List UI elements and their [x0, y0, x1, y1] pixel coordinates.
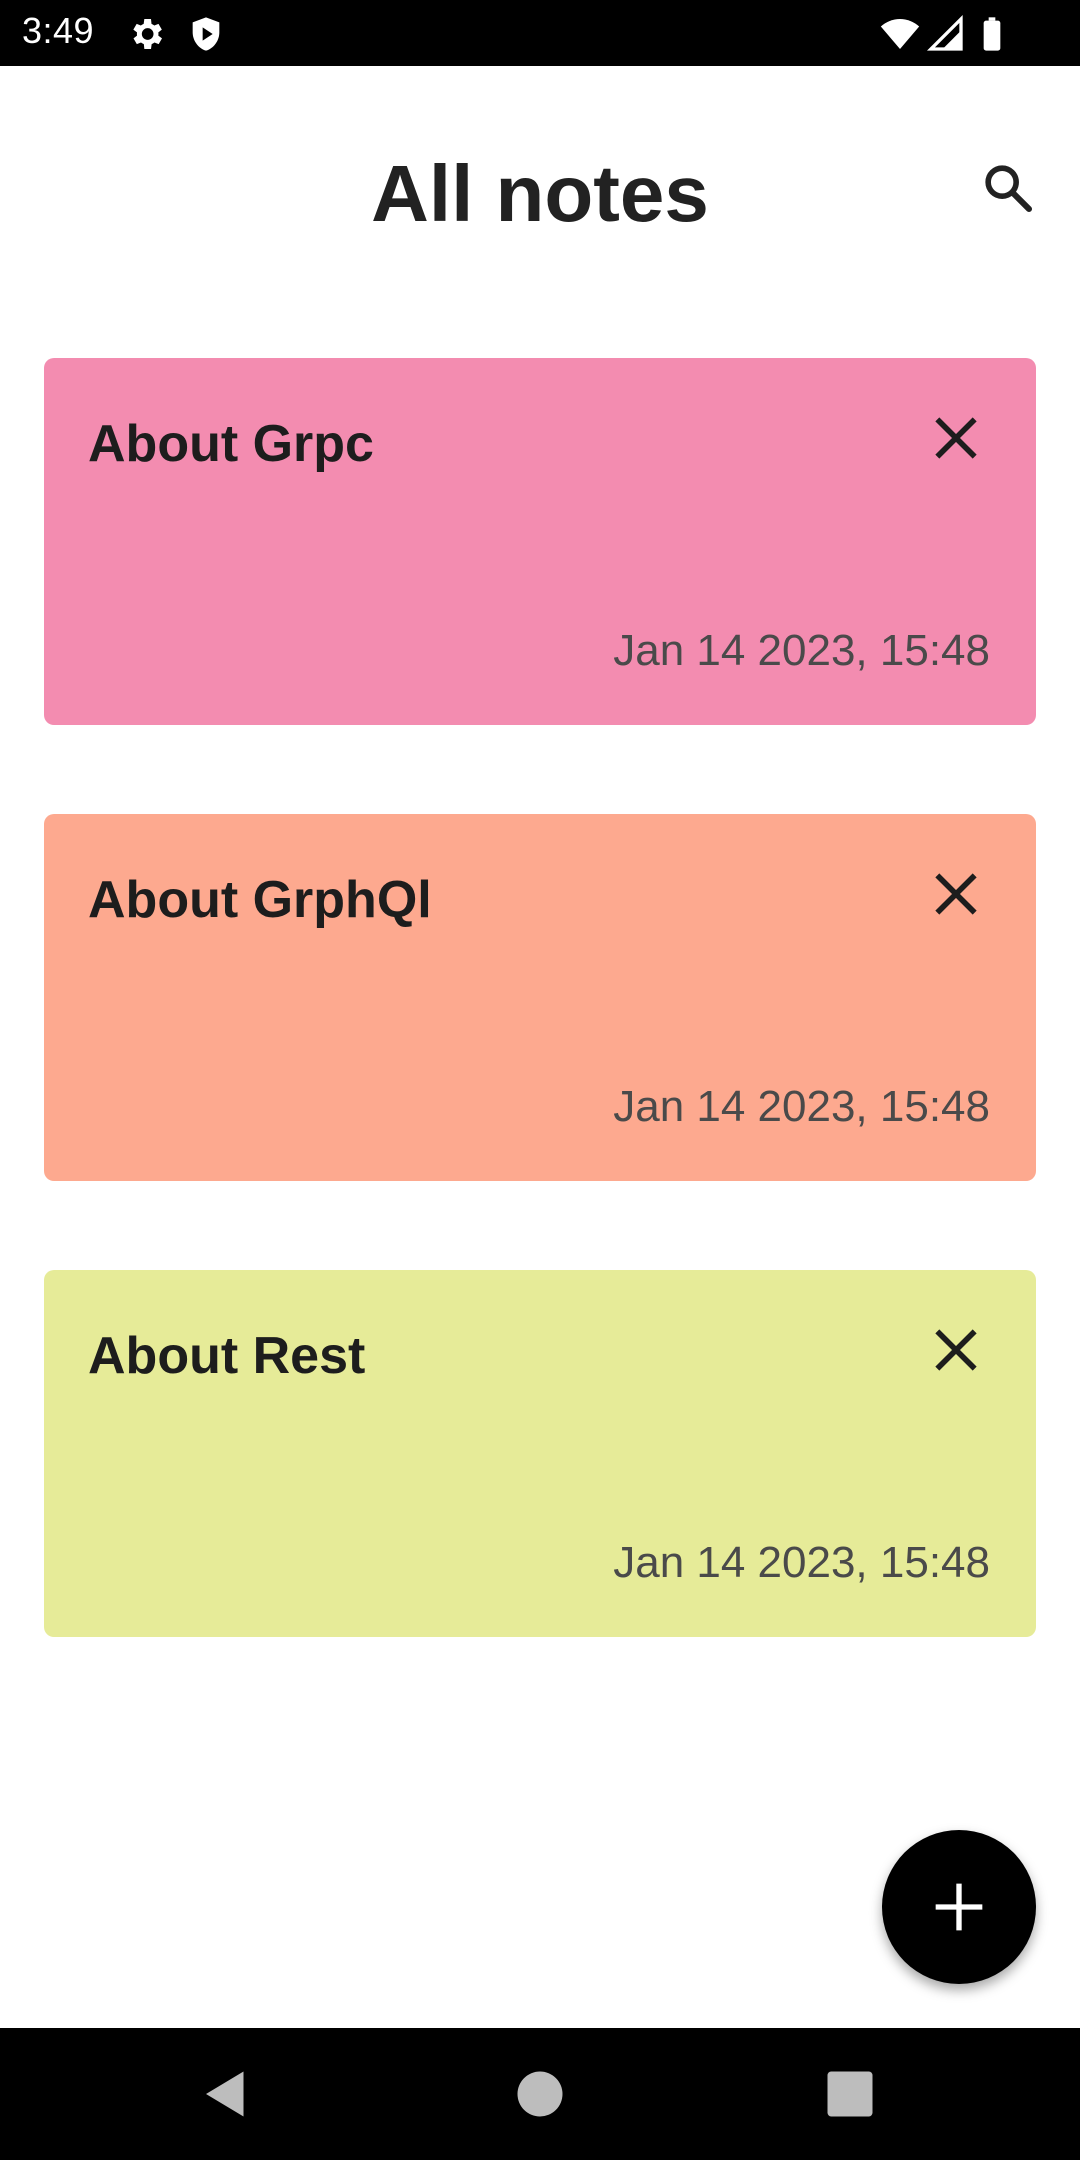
battery-icon [972, 14, 1012, 54]
note-title: About Grpc [88, 415, 374, 473]
note-date: Jan 14 2023, 15:48 [613, 1538, 990, 1587]
note-date: Jan 14 2023, 15:48 [613, 1082, 990, 1131]
wifi-icon [880, 14, 920, 54]
navigation-bar [0, 2028, 1080, 2160]
close-icon[interactable] [928, 1322, 984, 1378]
recents-icon[interactable] [820, 2064, 880, 2124]
note-title: About Rest [88, 1327, 366, 1385]
note-card[interactable]: About Grpc Jan 14 2023, 15:48 [44, 358, 1036, 725]
status-time: 3:49 [22, 10, 95, 51]
search-icon[interactable] [980, 160, 1036, 216]
cellular-icon [926, 14, 966, 54]
shield-play-icon [186, 14, 226, 54]
close-icon[interactable] [928, 866, 984, 922]
close-icon[interactable] [928, 410, 984, 466]
status-bar: 3:49 [0, 0, 1080, 66]
back-icon[interactable] [196, 2064, 256, 2124]
note-title: About GrphQl [88, 871, 432, 929]
add-note-button[interactable] [882, 1830, 1036, 1984]
gear-icon [126, 14, 166, 54]
note-card[interactable]: About Rest Jan 14 2023, 15:48 [44, 1270, 1036, 1637]
home-icon[interactable] [510, 2064, 570, 2124]
note-date: Jan 14 2023, 15:48 [613, 626, 990, 675]
page-title: All notes [371, 149, 709, 238]
plus-icon [935, 1883, 983, 1931]
note-card[interactable]: About GrphQl Jan 14 2023, 15:48 [44, 814, 1036, 1181]
